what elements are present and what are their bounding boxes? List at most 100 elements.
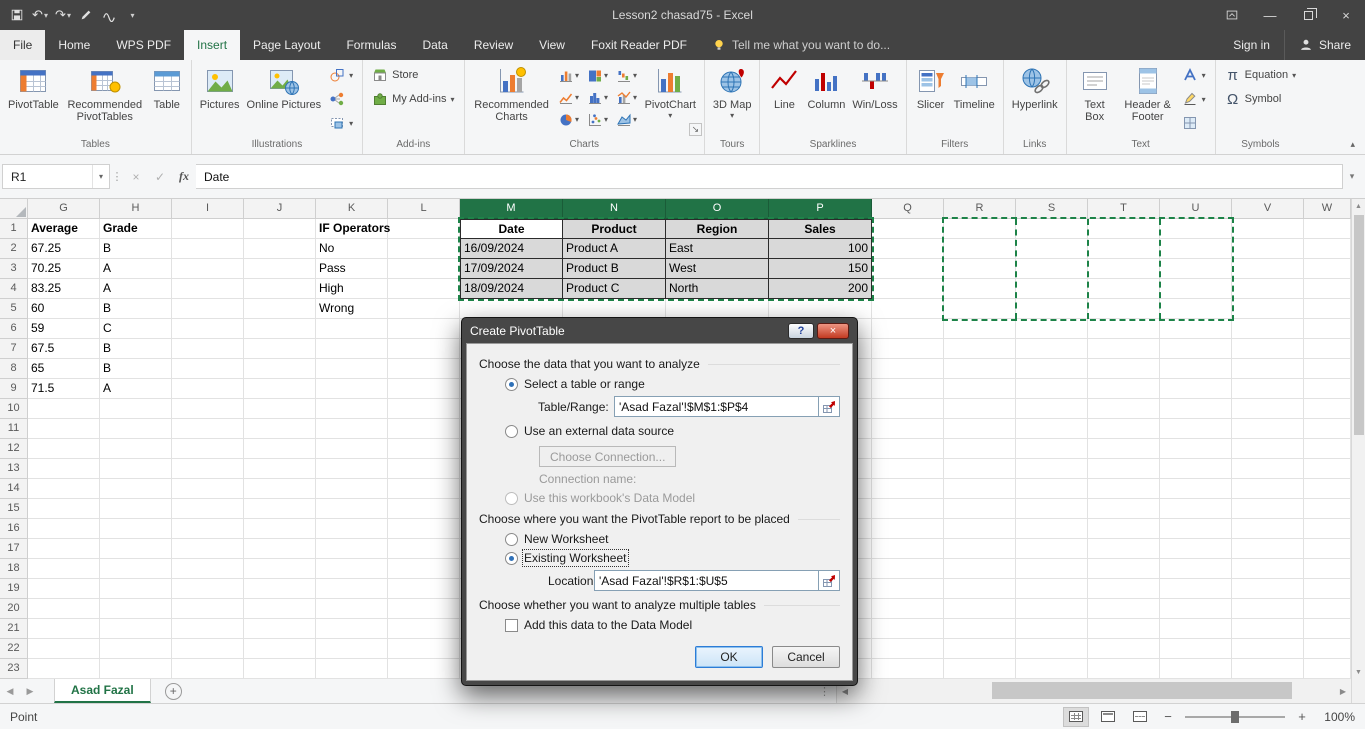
vertical-scrollbar[interactable]: ▲ ▼ [1351, 199, 1365, 679]
formula-bar-splitter[interactable]: ⋮ [110, 170, 124, 183]
cell-T11[interactable] [1088, 419, 1160, 439]
cell-Q14[interactable] [872, 479, 944, 499]
row-header-20[interactable]: 20 [0, 599, 28, 619]
cell-L13[interactable] [388, 459, 460, 479]
cell-I7[interactable] [172, 339, 244, 359]
column-header-W[interactable]: W [1304, 199, 1351, 219]
cell-J23[interactable] [244, 659, 316, 679]
cell-I11[interactable] [172, 419, 244, 439]
cell-L9[interactable] [388, 379, 460, 399]
cell-T2[interactable] [1088, 239, 1160, 259]
cell-L19[interactable] [388, 579, 460, 599]
cell-W22[interactable] [1304, 639, 1351, 659]
cell-U14[interactable] [1160, 479, 1232, 499]
insert-function-button[interactable]: fx [172, 164, 196, 189]
checkbox-data-model-row[interactable]: Add this data to the Data Model [505, 618, 840, 632]
dialog-title-bar[interactable]: Create PivotTable ? × [466, 318, 853, 343]
cell-H20[interactable] [100, 599, 172, 619]
cell-L20[interactable] [388, 599, 460, 619]
table-button[interactable]: Table [148, 62, 186, 138]
cell-V7[interactable] [1232, 339, 1304, 359]
cell-P4[interactable]: 200 [769, 279, 872, 299]
insert-line-chart-button[interactable]: ▾ [555, 87, 583, 108]
column-header-P[interactable]: P [769, 199, 872, 219]
cell-M2[interactable]: 16/09/2024 [460, 239, 563, 259]
insert-scatter-chart-button[interactable]: ▾ [584, 109, 612, 130]
cell-G1[interactable]: Average [28, 219, 100, 239]
cell-K14[interactable] [316, 479, 388, 499]
column-header-R[interactable]: R [944, 199, 1016, 219]
column-header-S[interactable]: S [1016, 199, 1088, 219]
cell-R6[interactable] [944, 319, 1016, 339]
row-header-4[interactable]: 4 [0, 279, 28, 299]
name-box-dropdown-icon[interactable]: ▾ [91, 165, 109, 188]
scroll-up-button[interactable]: ▲ [1352, 199, 1365, 213]
cell-H19[interactable] [100, 579, 172, 599]
row-header-7[interactable]: 7 [0, 339, 28, 359]
cell-I2[interactable] [172, 239, 244, 259]
cell-G12[interactable] [28, 439, 100, 459]
cell-I12[interactable] [172, 439, 244, 459]
cell-T4[interactable] [1088, 279, 1160, 299]
pictures-button[interactable]: Pictures [197, 62, 243, 138]
text-box-button[interactable]: Text Box [1072, 62, 1118, 138]
cell-U3[interactable] [1160, 259, 1232, 279]
cell-Q12[interactable] [872, 439, 944, 459]
cell-K12[interactable] [316, 439, 388, 459]
cell-H13[interactable] [100, 459, 172, 479]
cell-J12[interactable] [244, 439, 316, 459]
cell-T14[interactable] [1088, 479, 1160, 499]
cell-W8[interactable] [1304, 359, 1351, 379]
cell-U10[interactable] [1160, 399, 1232, 419]
zoom-slider-thumb[interactable] [1231, 710, 1239, 723]
cell-H18[interactable] [100, 559, 172, 579]
cell-Q6[interactable] [872, 319, 944, 339]
row-header-6[interactable]: 6 [0, 319, 28, 339]
cell-U22[interactable] [1160, 639, 1232, 659]
cell-S12[interactable] [1016, 439, 1088, 459]
sign-in-button[interactable]: Sign in [1219, 30, 1284, 60]
column-header-T[interactable]: T [1088, 199, 1160, 219]
cell-V20[interactable] [1232, 599, 1304, 619]
tab-insert[interactable]: Insert [184, 30, 241, 60]
3d-map-button[interactable]: 3D Map ▾ [710, 62, 755, 138]
cell-T20[interactable] [1088, 599, 1160, 619]
next-sheet-button[interactable]: ▶ [20, 679, 40, 703]
cell-V14[interactable] [1232, 479, 1304, 499]
column-header-Q[interactable]: Q [872, 199, 944, 219]
cell-V8[interactable] [1232, 359, 1304, 379]
cell-Q19[interactable] [872, 579, 944, 599]
column-header-I[interactable]: I [172, 199, 244, 219]
column-sparkline-button[interactable]: Column [804, 62, 848, 138]
cell-I4[interactable] [172, 279, 244, 299]
cell-L14[interactable] [388, 479, 460, 499]
cell-Q20[interactable] [872, 599, 944, 619]
cell-L12[interactable] [388, 439, 460, 459]
select-all-button[interactable] [0, 199, 28, 219]
cell-J7[interactable] [244, 339, 316, 359]
cell-H8[interactable]: B [100, 359, 172, 379]
row-header-19[interactable]: 19 [0, 579, 28, 599]
expand-formula-bar-button[interactable]: ▾ [1343, 171, 1361, 182]
scroll-right-button[interactable]: ▶ [1335, 679, 1351, 703]
cell-W16[interactable] [1304, 519, 1351, 539]
location-picker-button[interactable] [819, 570, 840, 591]
wordart-button[interactable]: ▾ [1178, 64, 1210, 86]
cell-L8[interactable] [388, 359, 460, 379]
cell-R1[interactable] [944, 219, 1016, 239]
cell-K15[interactable] [316, 499, 388, 519]
cell-J11[interactable] [244, 419, 316, 439]
redo-button[interactable]: ↷ ▾ [52, 3, 74, 27]
cell-S15[interactable] [1016, 499, 1088, 519]
cell-T8[interactable] [1088, 359, 1160, 379]
customize-quick-access-button[interactable]: ▾ [121, 3, 143, 27]
cell-G2[interactable]: 67.25 [28, 239, 100, 259]
cell-G5[interactable]: 60 [28, 299, 100, 319]
cell-J2[interactable] [244, 239, 316, 259]
cell-H16[interactable] [100, 519, 172, 539]
win-loss-sparkline-button[interactable]: Win/Loss [849, 62, 900, 138]
cell-G8[interactable]: 65 [28, 359, 100, 379]
cell-N4[interactable]: Product C [563, 279, 666, 299]
recommended-pivottables-button[interactable]: Recommended PivotTables [63, 62, 147, 138]
cell-Q11[interactable] [872, 419, 944, 439]
